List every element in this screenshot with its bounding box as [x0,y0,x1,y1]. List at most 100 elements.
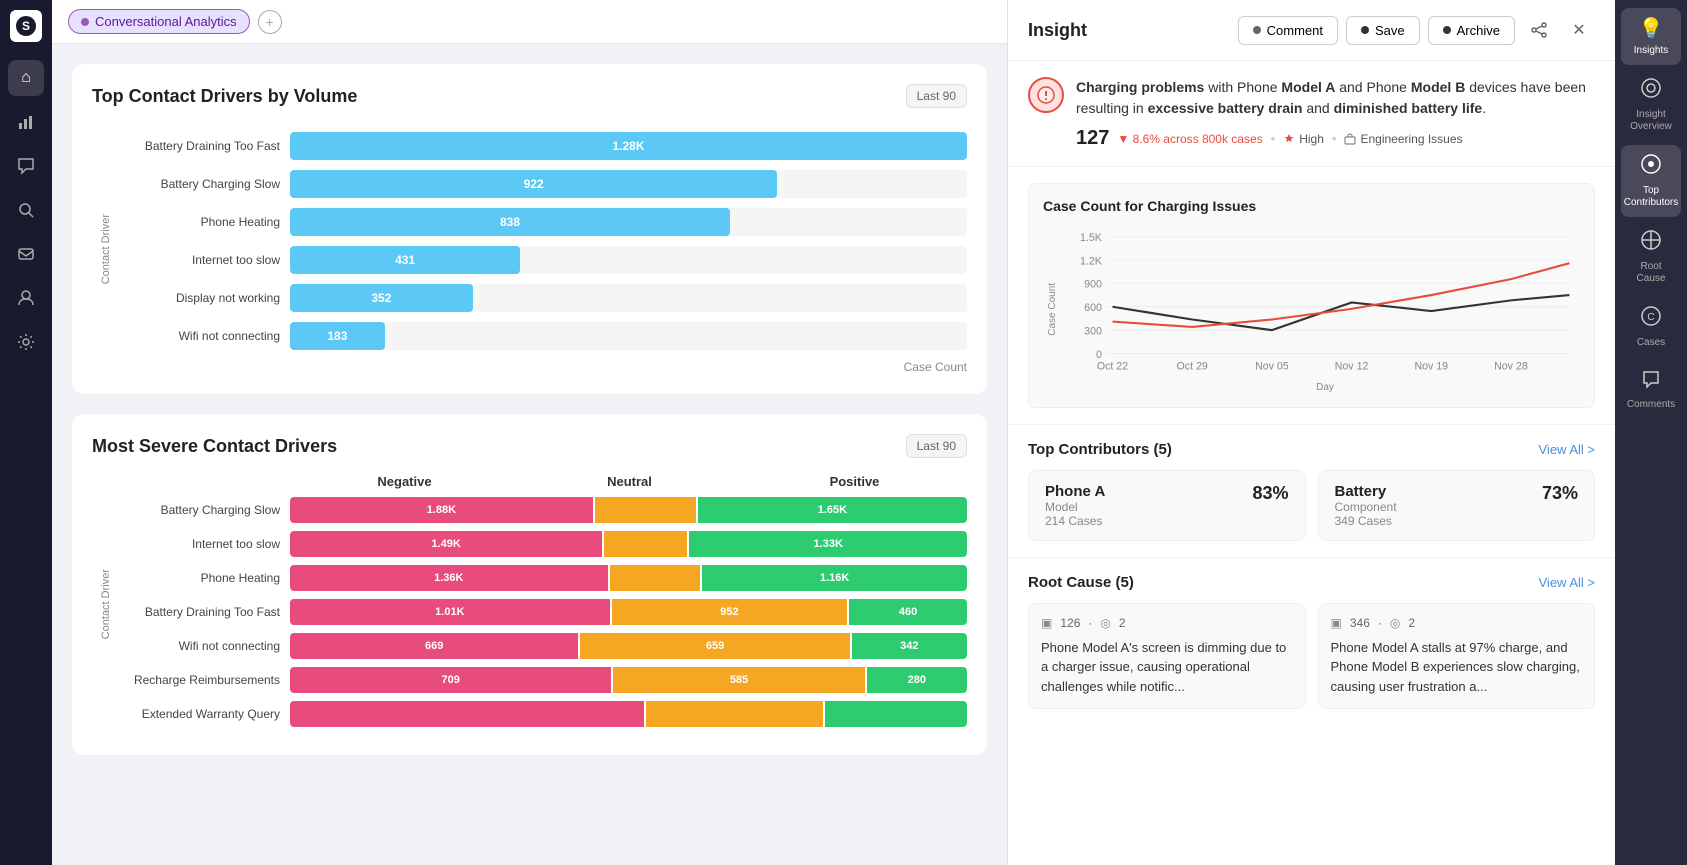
rc-icon-1: ▣ [1331,616,1342,630]
contributor-cards: Phone A Model 83% 214 Cases Battery Comp… [1028,470,1595,541]
line-chart-svg: 1.5K 1.2K 900 600 300 0 [1070,226,1580,375]
user-nav-icon[interactable] [8,280,44,316]
active-tab[interactable]: Conversational Analytics [68,9,250,34]
contributors-header: Top Contributors (5) View All > [1028,441,1595,458]
settings-nav-icon[interactable] [8,324,44,360]
bar-fill: 838 [290,208,730,236]
alert-text: Charging problems with Phone Model A and… [1076,77,1595,119]
insight-header: Insight Comment Save Archive ✕ [1008,0,1615,61]
stacked-bar-row: Battery Draining Too Fast 1.01K 952 460 [120,599,967,625]
svg-text:Nov 12: Nov 12 [1335,360,1369,372]
neg-header: Negative [292,474,517,489]
comment-dot [1253,26,1261,34]
close-button[interactable]: ✕ [1563,14,1595,46]
cases-edge-label: Cases [1637,337,1665,349]
mini-chart-title: Case Count for Charging Issues [1043,198,1580,214]
tab-label: Conversational Analytics [95,14,237,29]
rc-meta-0: ▣ 126 · ◎ 2 [1041,616,1293,630]
alert-trend: ▼ 8.6% across 800k cases [1117,132,1262,146]
contrib-pct-0: 83% [1252,483,1288,504]
root-cause-header: Root Cause (5) View All > [1028,574,1595,591]
alert-meta: 127 ▼ 8.6% across 800k cases • High • En… [1076,127,1595,150]
contributors-view-all[interactable]: View All > [1539,442,1596,457]
comment-button[interactable]: Comment [1238,16,1338,45]
save-button[interactable]: Save [1346,16,1420,45]
edge-insight-overview-icon[interactable]: Insight Overview [1621,69,1681,141]
svg-text:0: 0 [1096,349,1102,361]
root-cause-view-all[interactable]: View All > [1539,575,1596,590]
y-axis-label: Contact Driver [92,214,120,284]
comments-glyph [1641,369,1661,395]
svg-text:600: 600 [1084,302,1102,314]
contrib-cases-0: 214 Cases [1045,514,1289,528]
seg-neu [595,497,696,523]
top-contact-drivers-chart: Top Contact Drivers by Volume Last 90 Co… [72,64,987,394]
insight-panel: Insight Comment Save Archive ✕ [1007,0,1615,865]
edge-cases-icon[interactable]: C Cases [1621,297,1681,357]
top-bar: Conversational Analytics + [52,0,1007,44]
contrib-name-1: Battery [1335,483,1397,500]
message-nav-icon[interactable] [8,236,44,272]
insight-actions: Comment Save Archive ✕ [1238,14,1595,46]
chart1-badge: Last 90 [906,84,967,108]
root-cause-edge-label: Root Cause [1625,261,1677,285]
bar-track: 183 [290,322,967,350]
app-logo[interactable]: S [10,10,42,42]
overview-label: Insight Overview [1625,109,1677,133]
stacked-bar-label: Extended Warranty Query [120,707,280,721]
edge-insights-icon[interactable]: 💡 Insights [1621,8,1681,65]
edge-root-cause-icon[interactable]: Root Cause [1621,221,1681,293]
add-tab-button[interactable]: + [258,10,282,34]
meta-sep1: • [1271,131,1276,146]
tab-dot [81,18,89,26]
stacked-bar-container: 1.01K 952 460 [290,599,967,625]
bar-fill: 922 [290,170,777,198]
bar-track: 352 [290,284,967,312]
category-badge: Engineering Issues [1344,132,1462,146]
insight-body: Charging problems with Phone Model A and… [1008,61,1615,167]
svg-text:Nov 19: Nov 19 [1414,360,1448,372]
share-button[interactable] [1523,14,1555,46]
priority-label: High [1299,132,1324,146]
rc-count1-1: 346 [1350,616,1370,630]
rc-text-1: Phone Model A stalls at 97% charge, and … [1331,638,1583,697]
seg-neu: 952 [612,599,848,625]
alert-model-a: Model A [1281,79,1335,95]
edge-top-contributors-icon[interactable]: Top Contributors [1621,145,1681,217]
contributors-glyph [1640,153,1662,181]
bar-label: Phone Heating [120,215,280,229]
home-nav-icon[interactable]: ⌂ [8,60,44,96]
seg-neg: 669 [290,633,578,659]
seg-pos [825,701,967,727]
seg-neg: 1.88K [290,497,593,523]
rc-icon2-1: ◎ [1390,616,1400,630]
archive-button[interactable]: Archive [1428,16,1515,45]
alert-icon [1028,77,1064,113]
stacked-bar-row: Wifi not connecting 669 659 342 [120,633,967,659]
root-cause-title: Root Cause (5) [1028,574,1134,591]
contributors-section: Top Contributors (5) View All > Phone A … [1008,425,1615,558]
cases-glyph: C [1640,305,1662,333]
root-cause-section: Root Cause (5) View All > ▣ 126 · ◎ 2 Ph… [1008,558,1615,726]
chart1-title: Top Contact Drivers by Volume [92,86,357,107]
edge-comments-icon[interactable]: Comments [1621,361,1681,419]
stacked-bar-row: Phone Heating 1.36K 1.16K [120,565,967,591]
bars-section: Battery Draining Too Fast 1.28K Battery … [120,124,967,374]
contrib-type-1: Component [1335,500,1397,514]
bar-label: Battery Draining Too Fast [120,139,280,153]
chart2-header: Most Severe Contact Drivers Last 90 [92,434,967,458]
bar-label: Display not working [120,291,280,305]
contrib-name-0: Phone A [1045,483,1105,500]
stacked-bar-container: 709 585 280 [290,667,967,693]
archive-dot [1443,26,1451,34]
archive-label: Archive [1457,23,1500,38]
chat-nav-icon[interactable] [8,148,44,184]
mini-chart-section: Case Count for Charging Issues Case Coun… [1008,167,1615,425]
stacked-header-row: Negative Neutral Positive [120,474,967,489]
analytics-nav-icon[interactable] [8,104,44,140]
search-nav-icon[interactable] [8,192,44,228]
stacked-bar-container: 1.49K 1.33K [290,531,967,557]
rc-count2-0: 2 [1119,616,1126,630]
bar-track: 838 [290,208,967,236]
svg-text:1.5K: 1.5K [1080,232,1102,244]
